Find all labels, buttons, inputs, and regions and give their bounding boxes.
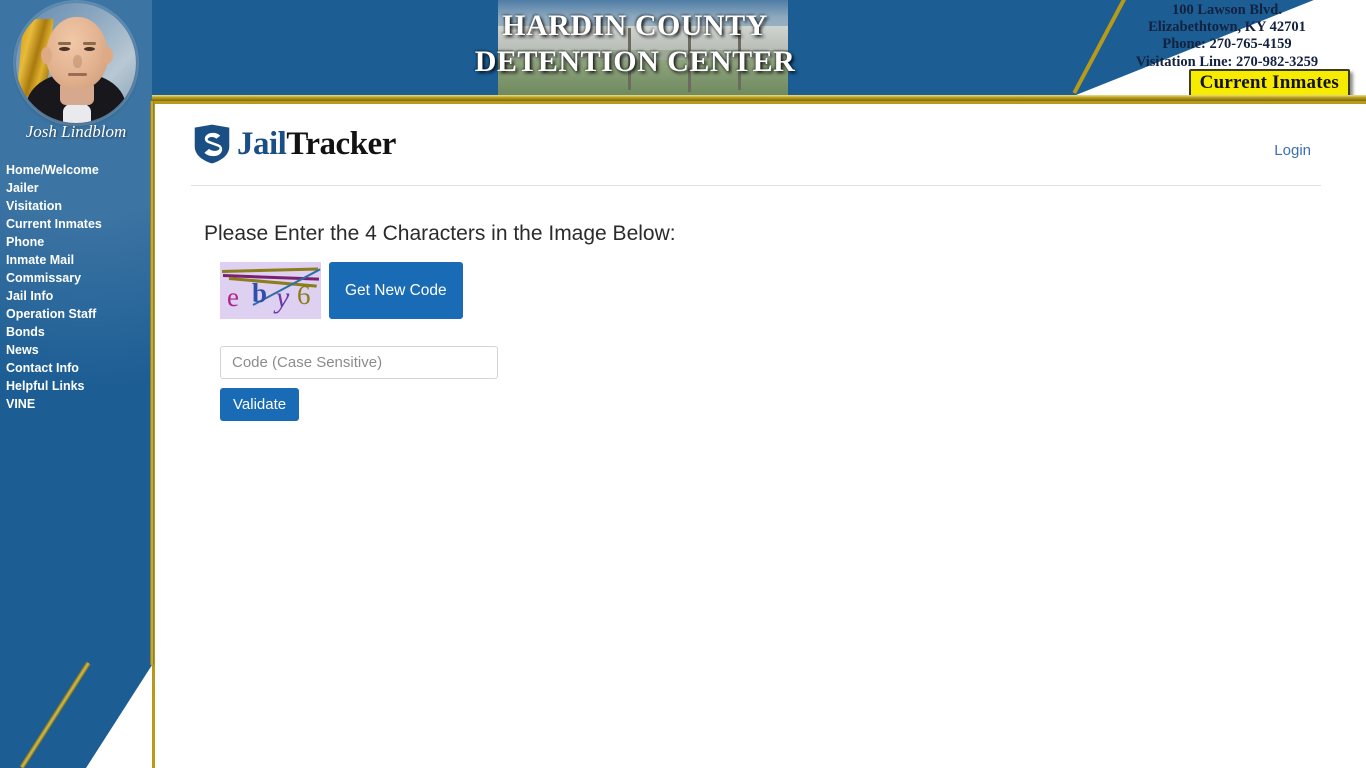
sidebar-item-home-welcome[interactable]: Home/Welcome: [6, 161, 152, 179]
captcha-char-2: b: [252, 278, 268, 308]
captcha-char-1: e: [227, 282, 239, 312]
app-brand-bar: JailTracker Login: [191, 116, 1321, 186]
jailtracker-logo[interactable]: JailTracker: [193, 124, 396, 164]
captcha-form: Please Enter the 4 Characters in the Ima…: [203, 222, 676, 421]
captcha-code-input[interactable]: [220, 346, 498, 379]
sidebar-item-current-inmates[interactable]: Current Inmates: [6, 215, 152, 233]
captcha-image: e b y 6: [220, 262, 321, 319]
shield-icon: [194, 124, 230, 164]
brand-name-jail: Jail: [237, 126, 287, 162]
captcha-char-4: 6: [297, 280, 311, 310]
brand-text: JailTracker: [237, 126, 396, 162]
current-inmates-button[interactable]: Current Inmates: [1188, 69, 1350, 95]
sidebar-gold-edge: [150, 101, 154, 665]
sidebar-item-inmate-mail[interactable]: Inmate Mail: [6, 251, 152, 269]
sidebar-nav: Home/Welcome Jailer Visitation Current I…: [6, 161, 152, 413]
validate-button[interactable]: Validate: [220, 388, 300, 421]
facility-contact-block: 100 Lawson Blvd. Elizabethtown, KY 42701…: [1102, 2, 1352, 71]
content-panel: JailTracker Login Please Enter the 4 Cha…: [152, 101, 1366, 768]
page-root: HARDIN COUNTY DETENTION CENTER 100 Lawso…: [0, 0, 1366, 768]
sidebar-item-contact-info[interactable]: Contact Info: [6, 359, 152, 377]
brand-name-tracker: Tracker: [286, 126, 396, 162]
sidebar-item-helpful-links[interactable]: Helpful Links: [6, 377, 152, 395]
login-link[interactable]: Login: [1274, 142, 1311, 159]
officer-name: Josh Lindblom: [25, 122, 127, 141]
sidebar-item-visitation[interactable]: Visitation: [6, 197, 152, 215]
officer-avatar: [16, 3, 136, 123]
left-sidebar: Josh Lindblom Home/Welcome Jailer Visita…: [0, 0, 152, 768]
site-header-band: HARDIN COUNTY DETENTION CENTER 100 Lawso…: [0, 0, 1366, 95]
sidebar-item-operation-staff[interactable]: Operation Staff: [6, 305, 152, 323]
contact-phone: Phone: 270-765-4159: [1162, 36, 1292, 53]
contact-address-line1: 100 Lawson Blvd.: [1172, 2, 1282, 18]
sidebar-item-news[interactable]: News: [6, 341, 152, 359]
sidebar-item-commissary[interactable]: Commissary: [6, 269, 152, 287]
sidebar-item-vine[interactable]: VINE: [6, 395, 152, 413]
captcha-prompt: Please Enter the 4 Characters in the Ima…: [204, 222, 676, 245]
captcha-char-3: y: [276, 281, 290, 314]
sidebar-item-bonds[interactable]: Bonds: [6, 323, 152, 341]
facility-title: HARDIN COUNTY DETENTION CENTER: [474, 9, 796, 78]
get-new-code-button[interactable]: Get New Code: [329, 262, 463, 319]
sidebar-item-phone[interactable]: Phone: [6, 233, 152, 251]
contact-address-line2: Elizabethtown, KY 42701: [1148, 19, 1306, 36]
sidebar-item-jailer[interactable]: Jailer: [6, 179, 152, 197]
sidebar-item-jail-info[interactable]: Jail Info: [6, 287, 152, 305]
